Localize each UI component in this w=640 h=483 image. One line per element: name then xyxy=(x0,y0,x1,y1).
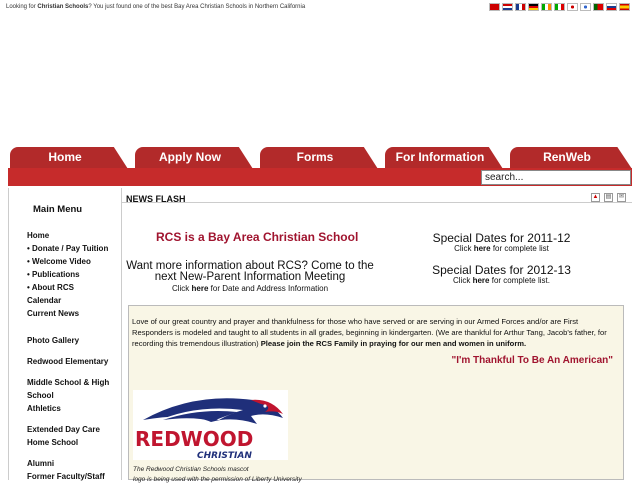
rcs-heading: RCS is a Bay Area Christian School xyxy=(156,230,359,244)
logo-word-christian: CHRISTIAN xyxy=(197,451,252,460)
click-text: Click xyxy=(171,284,192,293)
sidebar-title: Main Menu xyxy=(33,204,83,215)
sidebar-item-home-school[interactable]: Home School xyxy=(27,436,121,449)
dates-link-line-2011: Click here for complete list xyxy=(384,244,619,254)
news-paragraph-bold: Please join the RCS Family in praying fo… xyxy=(260,339,527,348)
tab-label: Apply Now xyxy=(159,150,221,164)
tab-label: Home xyxy=(48,150,82,164)
sidebar-item-redwood-elementary[interactable]: Redwood Elementary xyxy=(27,355,121,368)
flag-korean-icon[interactable] xyxy=(580,3,591,11)
sidebar-item-about[interactable]: About RCS xyxy=(27,281,121,294)
tab-label: For Information xyxy=(395,150,485,164)
sidebar-item-photo-gallery[interactable]: Photo Gallery xyxy=(27,334,121,347)
flag-italian-icon[interactable] xyxy=(554,3,565,11)
flag-spanish-icon[interactable] xyxy=(619,3,630,11)
special-dates: Special Dates for 2011-12 Click here for… xyxy=(384,232,619,296)
link-rest-text: for Date and Address Information xyxy=(208,284,329,293)
logo-caption: The Redwood Christian Schools mascot xyxy=(133,466,249,473)
topline-bold[interactable]: Christian Schools xyxy=(37,4,88,10)
dates-title-2012: Special Dates for 2012-13 xyxy=(432,263,571,277)
print-icon[interactable]: ▤ xyxy=(604,193,613,202)
sidebar-item-donate[interactable]: Donate / Pay Tuition xyxy=(27,242,121,255)
info-meeting-text: Want more information about RCS? Come to… xyxy=(126,260,374,283)
tab-forms[interactable]: Forms xyxy=(260,147,378,169)
dates-2011-here-link[interactable]: here xyxy=(474,244,491,253)
sidebar-item-alumni[interactable]: Alumni xyxy=(27,457,121,470)
link-rest-text: for complete list. xyxy=(489,276,550,285)
click-text: Click xyxy=(454,244,474,253)
email-icon[interactable]: ✉ xyxy=(617,193,626,202)
tab-for-information[interactable]: For Information xyxy=(385,147,503,169)
language-flags xyxy=(489,3,630,11)
thankful-quote: "I'm Thankful To Be An American" xyxy=(451,355,613,366)
flag-japanese-icon[interactable] xyxy=(567,3,578,11)
sidebar-item-publications[interactable]: Publications xyxy=(27,268,121,281)
dates-title-2011: Special Dates for 2011-12 xyxy=(432,231,571,245)
flag-portuguese-icon[interactable] xyxy=(593,3,604,11)
tab-apply-now[interactable]: Apply Now xyxy=(135,147,253,169)
sidebar: Main Menu Home Donate / Pay Tuition Welc… xyxy=(8,188,122,483)
topline-prefix: Looking for xyxy=(6,4,38,10)
sidebar-item-home[interactable]: Home xyxy=(27,229,121,242)
article-tools: ▲ ▤ ✉ xyxy=(591,193,626,202)
flag-german-icon[interactable] xyxy=(528,3,539,11)
news-title: NEWS FLASH xyxy=(126,194,186,204)
logo-word-redwood: REDWOOD xyxy=(135,427,253,451)
sidebar-item-former-faculty[interactable]: Former Faculty/Staff xyxy=(27,470,121,483)
sidebar-nav: Home Donate / Pay Tuition Welcome Video … xyxy=(9,229,121,483)
sidebar-item-welcome-video[interactable]: Welcome Video xyxy=(27,255,121,268)
tab-label: RenWeb xyxy=(543,150,591,164)
sidebar-item-middle-high[interactable]: Middle School & High School xyxy=(27,376,117,402)
flag-dutch-icon[interactable] xyxy=(502,3,513,11)
sidebar-item-current-news[interactable]: Current News xyxy=(27,307,121,320)
info-meeting-link-line: Click here for Date and Address Informat… xyxy=(122,283,378,294)
sidebar-item-athletics[interactable]: Athletics xyxy=(27,402,121,415)
eagle-logo-icon: REDWOOD CHRISTIAN xyxy=(135,398,283,461)
search-input[interactable] xyxy=(481,170,631,185)
news-paragraph: Love of our great country and prayer and… xyxy=(132,316,618,349)
main-nav-tabs: Home Apply Now Forms For Information Ren… xyxy=(10,147,632,169)
flag-french-icon[interactable] xyxy=(515,3,526,11)
dates-link-line-2012: Click here for complete list. xyxy=(384,276,619,286)
info-meeting: Want more information about RCS? Come to… xyxy=(122,260,378,294)
topline-suffix: ? You just found one of the best Bay Are… xyxy=(88,4,306,10)
tab-renweb[interactable]: RenWeb xyxy=(510,147,632,169)
click-text: Click xyxy=(453,276,473,285)
info-meeting-here-link[interactable]: here xyxy=(192,284,209,293)
news-header: NEWS FLASH ▲ ▤ ✉ xyxy=(122,188,632,204)
tab-label: Forms xyxy=(296,150,334,164)
tab-home[interactable]: Home xyxy=(10,147,128,169)
sidebar-item-calendar[interactable]: Calendar xyxy=(27,294,121,307)
news-box: Love of our great country and prayer and… xyxy=(128,305,624,483)
main-content: NEWS FLASH ▲ ▤ ✉ RCS is a Bay Area Chris… xyxy=(122,188,632,483)
redwood-logo: REDWOOD CHRISTIAN xyxy=(133,390,288,461)
topline: Looking for Christian Schools? You just … xyxy=(6,4,305,10)
sidebar-item-extended-day-care[interactable]: Extended Day Care xyxy=(27,423,121,436)
flag-chinese-icon[interactable] xyxy=(489,3,500,11)
pdf-icon[interactable]: ▲ xyxy=(591,193,600,202)
dates-2012-here-link[interactable]: here xyxy=(473,276,490,285)
flag-russian-icon[interactable] xyxy=(606,3,617,11)
link-rest-text: for complete list xyxy=(490,244,549,253)
flag-irish-icon[interactable] xyxy=(541,3,552,11)
